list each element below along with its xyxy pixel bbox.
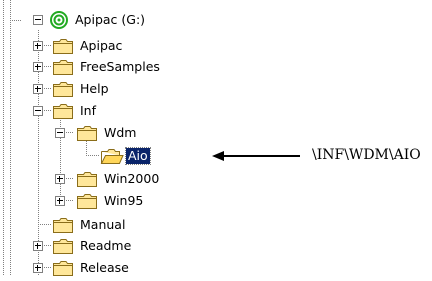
- collapse-toggle[interactable]: [33, 106, 43, 116]
- tree-item-win95[interactable]: Win95: [0, 190, 200, 212]
- cd-drive-icon: [48, 11, 70, 29]
- tree-item-apipac-drive[interactable]: Apipac (G:): [0, 9, 200, 31]
- folder-icon: [52, 216, 74, 234]
- expand-toggle[interactable]: [55, 196, 65, 206]
- tree-item-help[interactable]: Help: [0, 78, 200, 100]
- expand-toggle[interactable]: [33, 84, 43, 94]
- folder-icon: [76, 170, 98, 188]
- tree-item-label: Wdm: [104, 125, 137, 140]
- tree-item-label: Inf: [80, 103, 97, 118]
- tree-item-readme[interactable]: Readme: [0, 235, 200, 257]
- tree-item-label: Win95: [104, 193, 144, 208]
- open-folder-icon: [100, 147, 124, 165]
- folder-icon: [76, 124, 98, 142]
- folder-tree: Apipac (G:) Apipac FreeSamples Help Inf …: [0, 0, 220, 276]
- tree-item-label: Apipac: [80, 38, 123, 53]
- tree-item-label: Help: [80, 81, 109, 96]
- tree-item-label: Readme: [80, 238, 132, 253]
- tree-item-aio[interactable]: Aio: [0, 145, 210, 167]
- tree-item-apipac[interactable]: Apipac: [0, 35, 200, 57]
- expand-toggle[interactable]: [33, 41, 43, 51]
- collapse-toggle[interactable]: [55, 128, 65, 138]
- folder-icon: [52, 237, 74, 255]
- tree-item-label: Release: [80, 260, 129, 275]
- tree-item-freesamples[interactable]: FreeSamples: [0, 56, 200, 78]
- expand-toggle[interactable]: [33, 241, 43, 251]
- tree-item-wdm[interactable]: Wdm: [0, 122, 200, 144]
- arrow-left-icon: [212, 151, 300, 161]
- tree-item-release[interactable]: Release: [0, 257, 200, 279]
- folder-icon: [52, 259, 74, 277]
- expand-toggle[interactable]: [33, 263, 43, 273]
- tree-item-label: FreeSamples: [80, 59, 160, 74]
- tree-item-manual[interactable]: Manual: [0, 214, 200, 236]
- tree-item-inf[interactable]: Inf: [0, 100, 200, 122]
- folder-icon: [52, 102, 74, 120]
- tree-item-label: Win2000: [104, 171, 160, 186]
- folder-icon: [52, 80, 74, 98]
- folder-icon: [52, 37, 74, 55]
- tree-item-label: Manual: [80, 217, 126, 232]
- tree-item-label: Apipac (G:): [75, 12, 146, 27]
- annotation-path-text: \INF\WDM\AIO: [312, 147, 421, 163]
- folder-icon: [76, 192, 98, 210]
- expand-toggle[interactable]: [55, 174, 65, 184]
- collapse-toggle[interactable]: [33, 15, 43, 25]
- tree-item-win2000[interactable]: Win2000: [0, 168, 200, 190]
- folder-icon: [52, 58, 74, 76]
- expand-toggle[interactable]: [33, 62, 43, 72]
- tree-item-label-selected: Aio: [125, 147, 151, 165]
